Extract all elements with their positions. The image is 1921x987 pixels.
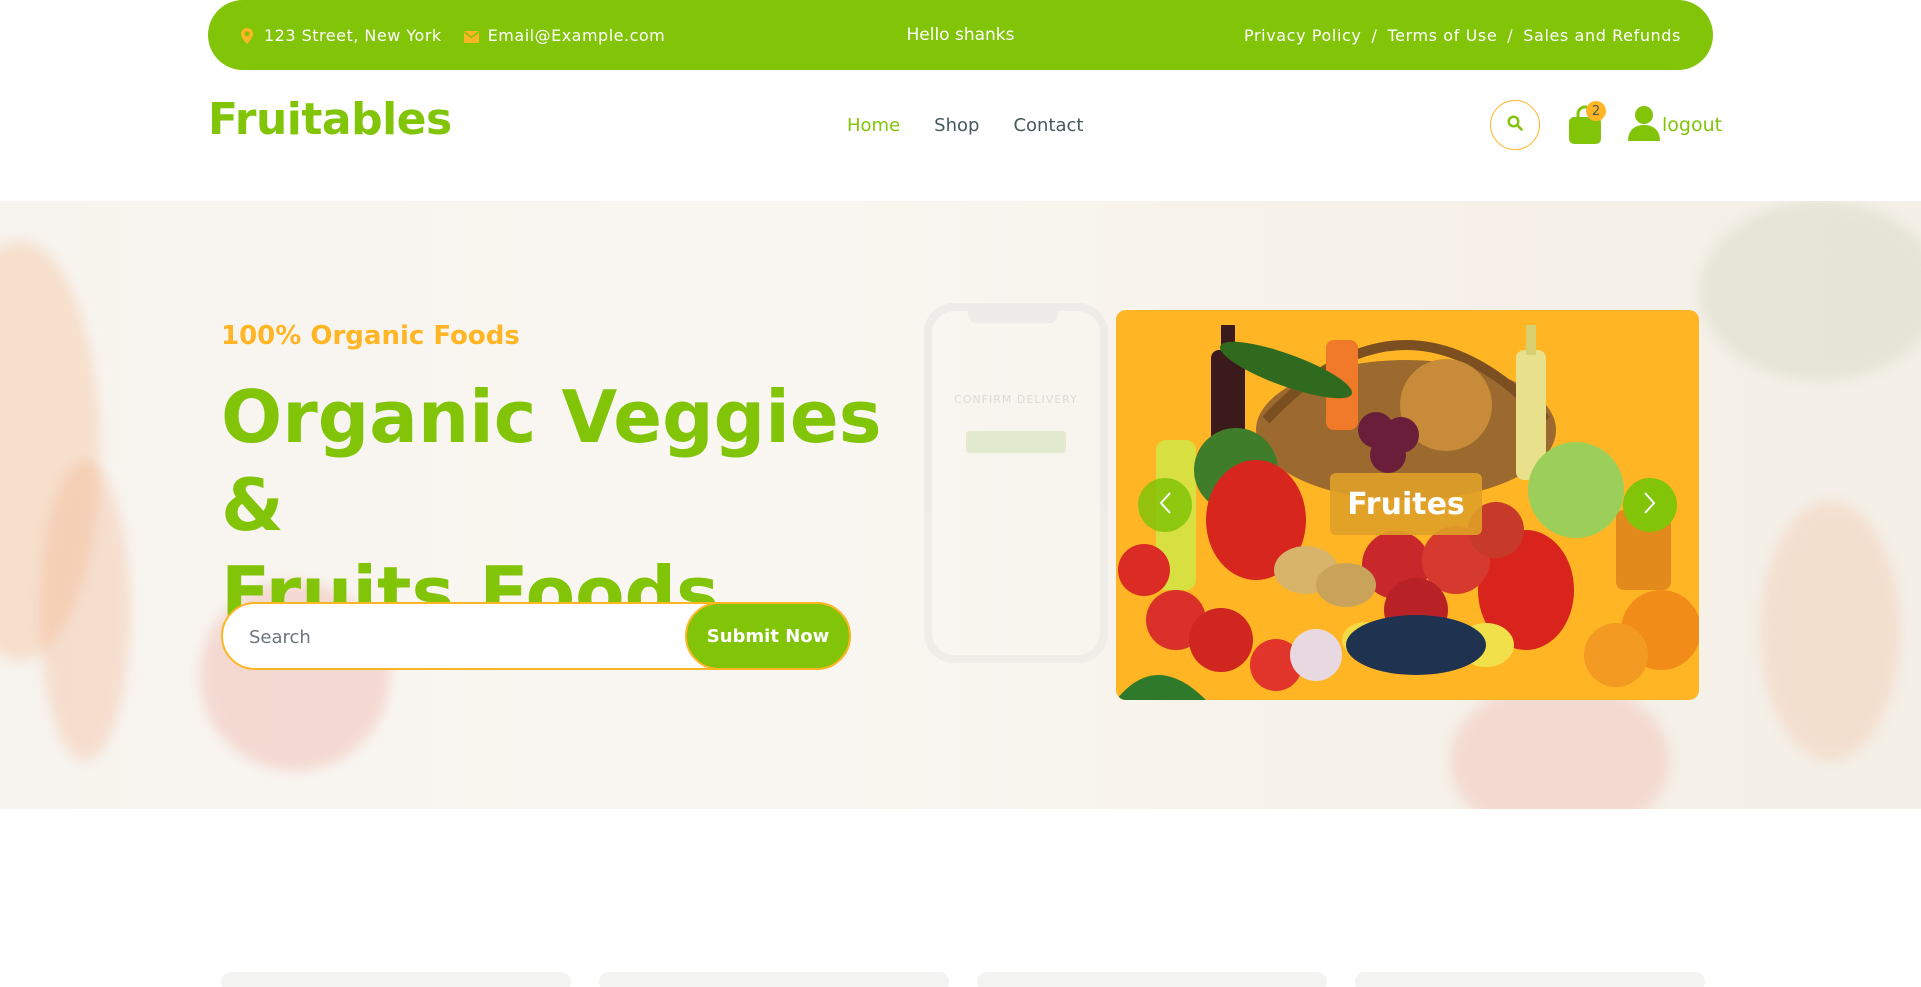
link-separator: / bbox=[1507, 25, 1514, 45]
top-bar: 123 Street, New York Email@Example.com H… bbox=[208, 0, 1713, 70]
hero-title-line1: Organic Veggies & bbox=[221, 375, 882, 547]
main-header: Fruitables Home Shop Contact 2 logout bbox=[0, 70, 1921, 201]
carousel-next-button[interactable] bbox=[1623, 478, 1677, 532]
chevron-left-icon bbox=[1158, 491, 1172, 519]
hero-search-input[interactable] bbox=[249, 622, 649, 652]
feature-card bbox=[977, 972, 1327, 987]
header-actions: 2 logout bbox=[1490, 100, 1722, 150]
cart-button[interactable]: 2 bbox=[1568, 101, 1606, 145]
hero-subtitle: 100% Organic Foods bbox=[221, 321, 520, 351]
feature-cards bbox=[221, 972, 1705, 987]
shopping-bag-icon bbox=[1568, 105, 1602, 149]
hero-section: 100% Organic Foods Organic Veggies & Fru… bbox=[0, 201, 1921, 809]
email-text[interactable]: Email@Example.com bbox=[488, 26, 666, 45]
phone-screen-button bbox=[966, 431, 1066, 453]
chevron-right-icon bbox=[1643, 491, 1657, 519]
email-item[interactable]: Email@Example.com bbox=[463, 26, 666, 45]
sales-refunds-link[interactable]: Sales and Refunds bbox=[1523, 26, 1681, 45]
site-logo[interactable]: Fruitables bbox=[208, 94, 452, 145]
hero-search-form: Submit Now bbox=[221, 602, 851, 670]
user-icon bbox=[1628, 105, 1660, 145]
feature-card bbox=[599, 972, 949, 987]
contact-info: 123 Street, New York Email@Example.com bbox=[240, 26, 665, 45]
user-menu[interactable]: logout bbox=[1628, 105, 1722, 145]
address-text: 123 Street, New York bbox=[264, 25, 442, 45]
background-carrot-decoration bbox=[1760, 501, 1900, 761]
background-apple-decoration bbox=[1450, 681, 1670, 809]
phone-illustration: CONFIRM DELIVERY bbox=[924, 303, 1108, 663]
policy-links: Privacy Policy / Terms of Use / Sales an… bbox=[1244, 26, 1681, 45]
nav-shop[interactable]: Shop bbox=[934, 115, 979, 136]
logout-link[interactable]: logout bbox=[1662, 114, 1722, 136]
phone-notch bbox=[968, 309, 1058, 323]
feature-card bbox=[1355, 972, 1705, 987]
search-icon bbox=[1507, 115, 1523, 135]
background-carrot-decoration bbox=[40, 461, 130, 761]
envelope-icon bbox=[463, 28, 479, 43]
main-nav: Home Shop Contact bbox=[847, 115, 1083, 136]
map-marker-icon bbox=[240, 28, 254, 44]
nav-home[interactable]: Home bbox=[847, 115, 900, 136]
hero-carousel[interactable]: Fruites bbox=[1116, 310, 1699, 700]
carousel-label[interactable]: Fruites bbox=[1330, 473, 1482, 535]
cart-count-badge: 2 bbox=[1586, 101, 1606, 121]
feature-card bbox=[221, 972, 571, 987]
nav-contact[interactable]: Contact bbox=[1013, 115, 1083, 136]
privacy-policy-link[interactable]: Privacy Policy bbox=[1244, 26, 1361, 45]
link-separator: / bbox=[1371, 25, 1378, 45]
submit-now-button[interactable]: Submit Now bbox=[685, 602, 851, 670]
background-broccoli-decoration bbox=[1700, 201, 1921, 381]
address-item: 123 Street, New York bbox=[240, 26, 442, 45]
search-button[interactable] bbox=[1490, 100, 1540, 150]
hero-title: Organic Veggies & Fruits Foods bbox=[221, 373, 921, 637]
terms-of-use-link[interactable]: Terms of Use bbox=[1387, 26, 1497, 45]
phone-screen-text: CONFIRM DELIVERY bbox=[954, 393, 1078, 406]
carousel-prev-button[interactable] bbox=[1138, 478, 1192, 532]
